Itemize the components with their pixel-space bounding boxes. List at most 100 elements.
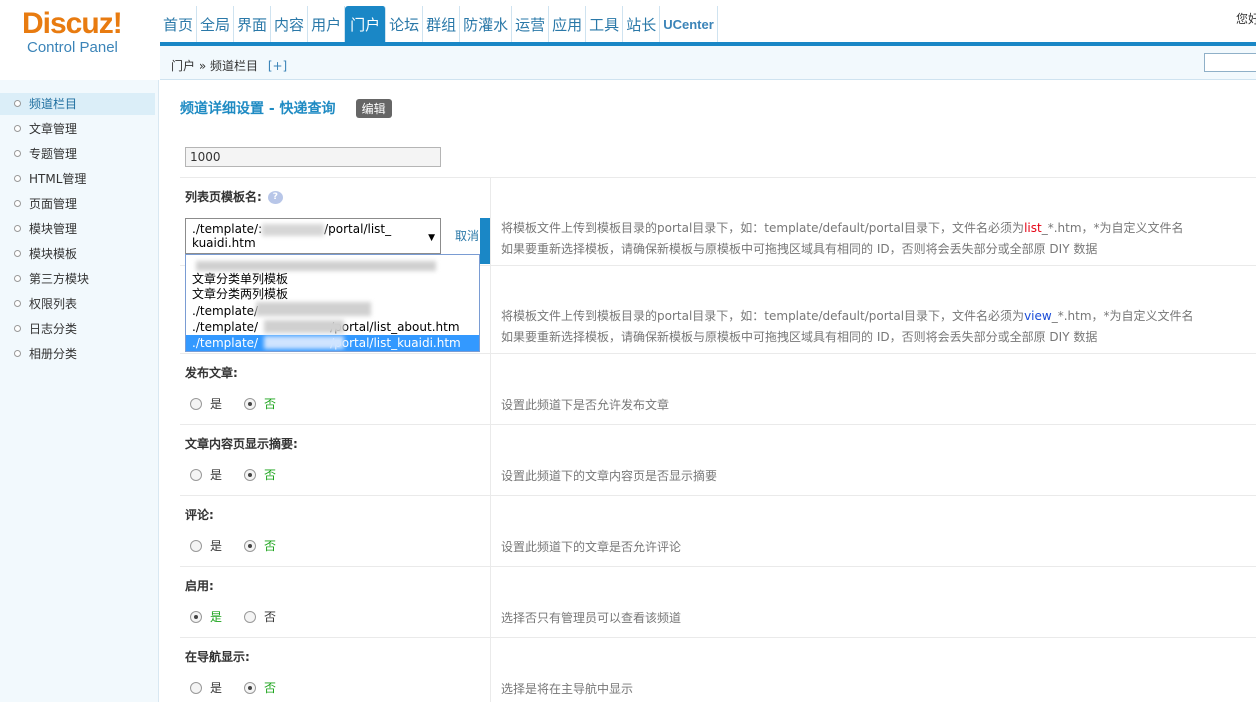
radio-no[interactable] bbox=[244, 539, 257, 552]
radio-no[interactable] bbox=[244, 397, 257, 410]
list-template-dropdown: 文章分类单列模板 文章分类两列模板 ./template/ ./template… bbox=[185, 254, 480, 352]
display-order-input[interactable] bbox=[185, 147, 441, 167]
sidebar-item-label: 第三方模块 bbox=[29, 272, 90, 286]
tip-key: view bbox=[1024, 309, 1052, 323]
radio-yes[interactable] bbox=[190, 610, 202, 623]
dropdown-option[interactable]: 文章分类两列模板 bbox=[186, 286, 479, 302]
enabled-label: 启用: bbox=[185, 579, 214, 593]
sidebar-item-permissions[interactable]: 权限列表 bbox=[0, 293, 155, 315]
show-summary-label: 文章内容页显示摘要: bbox=[185, 437, 298, 451]
title-row: 频道详细设置 - 快递查询 编辑 bbox=[180, 98, 392, 118]
radio-yes-label: 是 bbox=[210, 681, 223, 695]
nav-group[interactable]: 群组 bbox=[423, 6, 461, 42]
scroll-handle[interactable] bbox=[480, 218, 490, 264]
radio-no-label: 否 bbox=[264, 610, 277, 624]
nav-antispam[interactable]: 防灌水 bbox=[460, 6, 513, 42]
column-divider bbox=[490, 265, 491, 353]
nav-content[interactable]: 内容 bbox=[271, 6, 309, 42]
list-template-tip: 将模板文件上传到模板目录的portal目录下，如：template/defaul… bbox=[501, 218, 1184, 260]
sidebar-item-label: 专题管理 bbox=[29, 147, 78, 161]
nav-global[interactable]: 全局 bbox=[197, 6, 235, 42]
sidebar-item-log-categories[interactable]: 日志分类 bbox=[0, 318, 155, 340]
radio-yes[interactable] bbox=[190, 681, 202, 694]
sidebar-item-pages[interactable]: 页面管理 bbox=[0, 193, 155, 215]
blurred-region bbox=[256, 302, 371, 316]
page-title: 频道详细设置 - 快递查询 bbox=[180, 101, 336, 117]
breadcrumb-bar: 门户 » 频道栏目 [+] bbox=[160, 46, 1256, 80]
option-text-suffix: /portal/list_kuaidi.htm bbox=[330, 336, 461, 350]
nav-apps[interactable]: 应用 bbox=[549, 6, 587, 42]
radio-no-label: 否 bbox=[264, 539, 277, 553]
nav-ucenter[interactable]: UCenter bbox=[660, 6, 718, 42]
column-divider bbox=[490, 353, 491, 424]
radio-yes[interactable] bbox=[190, 539, 202, 552]
divider bbox=[180, 177, 1256, 178]
column-divider bbox=[490, 637, 491, 702]
nav-interface[interactable]: 界面 bbox=[234, 6, 272, 42]
sidebar-item-articles[interactable]: 文章管理 bbox=[0, 118, 155, 140]
column-divider bbox=[490, 495, 491, 566]
radio-yes-label: 是 bbox=[210, 468, 223, 482]
bullet-icon bbox=[14, 125, 21, 132]
dropdown-option[interactable]: 文章分类单列模板 bbox=[186, 271, 479, 287]
radio-no[interactable] bbox=[244, 468, 257, 481]
radio-yes[interactable] bbox=[190, 397, 202, 410]
publish-article-radios: 是 否 bbox=[190, 395, 298, 412]
sidebar-item-blocks[interactable]: 模块管理 bbox=[0, 218, 155, 240]
sidebar-item-channels[interactable]: 频道栏目 bbox=[0, 93, 155, 115]
divider bbox=[180, 353, 1256, 354]
nav-operation[interactable]: 运营 bbox=[512, 6, 550, 42]
sidebar-item-third-party[interactable]: 第三方模块 bbox=[0, 268, 155, 290]
bullet-icon bbox=[14, 325, 21, 332]
divider bbox=[180, 637, 1256, 638]
breadcrumb-add-link[interactable]: [+] bbox=[268, 59, 287, 73]
radio-no[interactable] bbox=[244, 610, 257, 623]
nav-forum[interactable]: 论坛 bbox=[386, 6, 424, 42]
show-summary-radios: 是 否 bbox=[190, 466, 298, 483]
bullet-icon bbox=[14, 150, 21, 157]
show-in-nav-tip: 选择是将在主导航中显示 bbox=[501, 682, 634, 696]
sidebar-item-label: 文章管理 bbox=[29, 122, 78, 136]
sidebar-item-html[interactable]: HTML管理 bbox=[0, 168, 155, 190]
bullet-icon bbox=[14, 350, 21, 357]
show-summary-tip: 设置此频道下的文章内容页是否显示摘要 bbox=[501, 469, 718, 483]
breadcrumb: 门户 » 频道栏目 [+] bbox=[171, 57, 287, 74]
sidebar-item-label: 权限列表 bbox=[29, 297, 78, 311]
select-value-line2: kuaidi.htm bbox=[192, 236, 256, 250]
sidebar-item-topics[interactable]: 专题管理 bbox=[0, 143, 155, 165]
show-in-nav-radios: 是 否 bbox=[190, 679, 298, 696]
list-template-select[interactable]: ./template/: /portal/list_ kuaidi.htm ▼ bbox=[185, 218, 441, 254]
tip-text: 将模板文件上传到模板目录的portal目录下，如：template/defaul… bbox=[501, 221, 1025, 235]
blurred-region bbox=[264, 320, 344, 333]
blurred-region bbox=[264, 336, 344, 349]
user-greeting: 您好 bbox=[1236, 12, 1256, 26]
option-text: ./template/ bbox=[192, 320, 259, 334]
menu-search-input[interactable] bbox=[1204, 53, 1256, 72]
comments-tip: 设置此频道下的文章是否允许评论 bbox=[501, 540, 682, 554]
sidebar-item-block-templates[interactable]: 模块模板 bbox=[0, 243, 155, 265]
list-template-label: 列表页模板名:? bbox=[185, 188, 283, 205]
edit-button[interactable]: 编辑 bbox=[355, 98, 392, 118]
enabled-radios: 是 否 bbox=[190, 608, 298, 625]
cancel-link[interactable]: 取消 bbox=[455, 227, 479, 244]
main-panel: 频道详细设置 - 快递查询 编辑 列表页模板名:? 将模板文件上传到模板目录的p… bbox=[160, 80, 1256, 702]
radio-yes-label: 是 bbox=[210, 610, 223, 624]
radio-no-label: 否 bbox=[264, 468, 277, 482]
help-icon[interactable]: ? bbox=[267, 191, 283, 204]
sidebar-item-album-categories[interactable]: 相册分类 bbox=[0, 343, 155, 365]
radio-yes[interactable] bbox=[190, 468, 202, 481]
nav-tools[interactable]: 工具 bbox=[586, 6, 624, 42]
sidebar-item-label: 相册分类 bbox=[29, 347, 78, 361]
sidebar-item-label: 模块模板 bbox=[29, 247, 78, 261]
logo[interactable]: Discuz! Control Panel bbox=[22, 8, 152, 56]
nav-home[interactable]: 首页 bbox=[160, 6, 198, 42]
nav-webmaster[interactable]: 站长 bbox=[623, 6, 661, 42]
enabled-tip: 选择否只有管理员可以查看该频道 bbox=[501, 611, 682, 625]
divider bbox=[180, 566, 1256, 567]
radio-yes-label: 是 bbox=[210, 539, 223, 553]
nav-user[interactable]: 用户 bbox=[308, 6, 346, 42]
radio-no[interactable] bbox=[244, 681, 257, 694]
tip-text-2: 如果要重新选择模板，请确保新模板与原模板中可拖拽区域具有相同的 ID，否则将会丢… bbox=[501, 330, 1098, 344]
nav-portal[interactable]: 门户 bbox=[345, 6, 387, 42]
tip-text-post: _*.htm，*为自定义文件名 bbox=[1041, 221, 1184, 235]
